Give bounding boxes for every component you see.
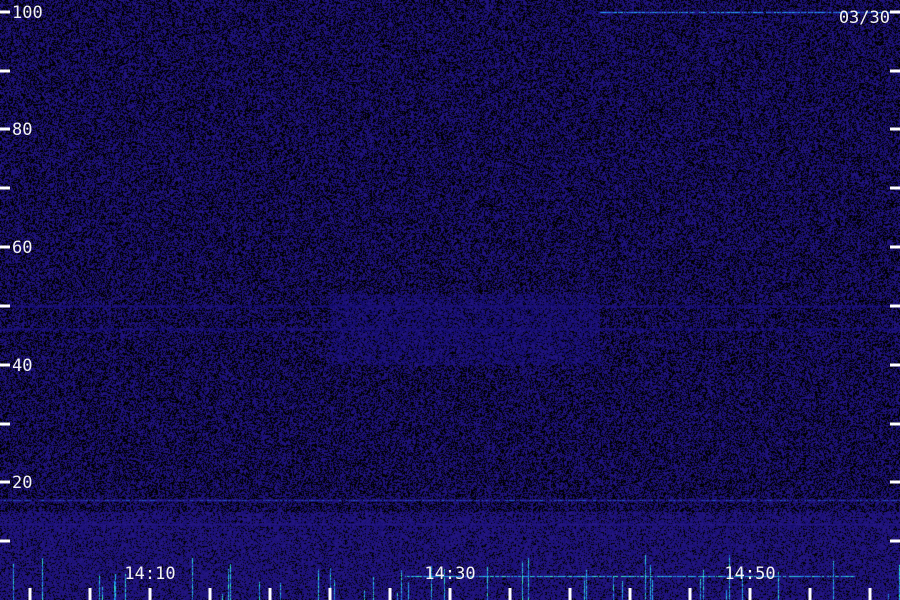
- chart-axes: 03/30 100 80 60 40 20 14:10 14:30 14:50: [0, 3, 900, 600]
- spectrogram-chart: 03/30 100 80 60 40 20 14:10 14:30 14:50: [0, 0, 900, 600]
- y-tick-label: 60: [12, 238, 32, 258]
- x-tick-label: 14:10: [124, 564, 175, 584]
- x-tick-label: 14:50: [724, 564, 775, 584]
- y-tick-label: 80: [12, 120, 32, 140]
- x-tick-label: 14:30: [424, 564, 475, 584]
- date-label: 03/30: [839, 8, 890, 28]
- y-tick-label: 40: [12, 356, 32, 376]
- y-tick-label: 100: [12, 3, 43, 23]
- y-tick-label: 20: [12, 473, 32, 493]
